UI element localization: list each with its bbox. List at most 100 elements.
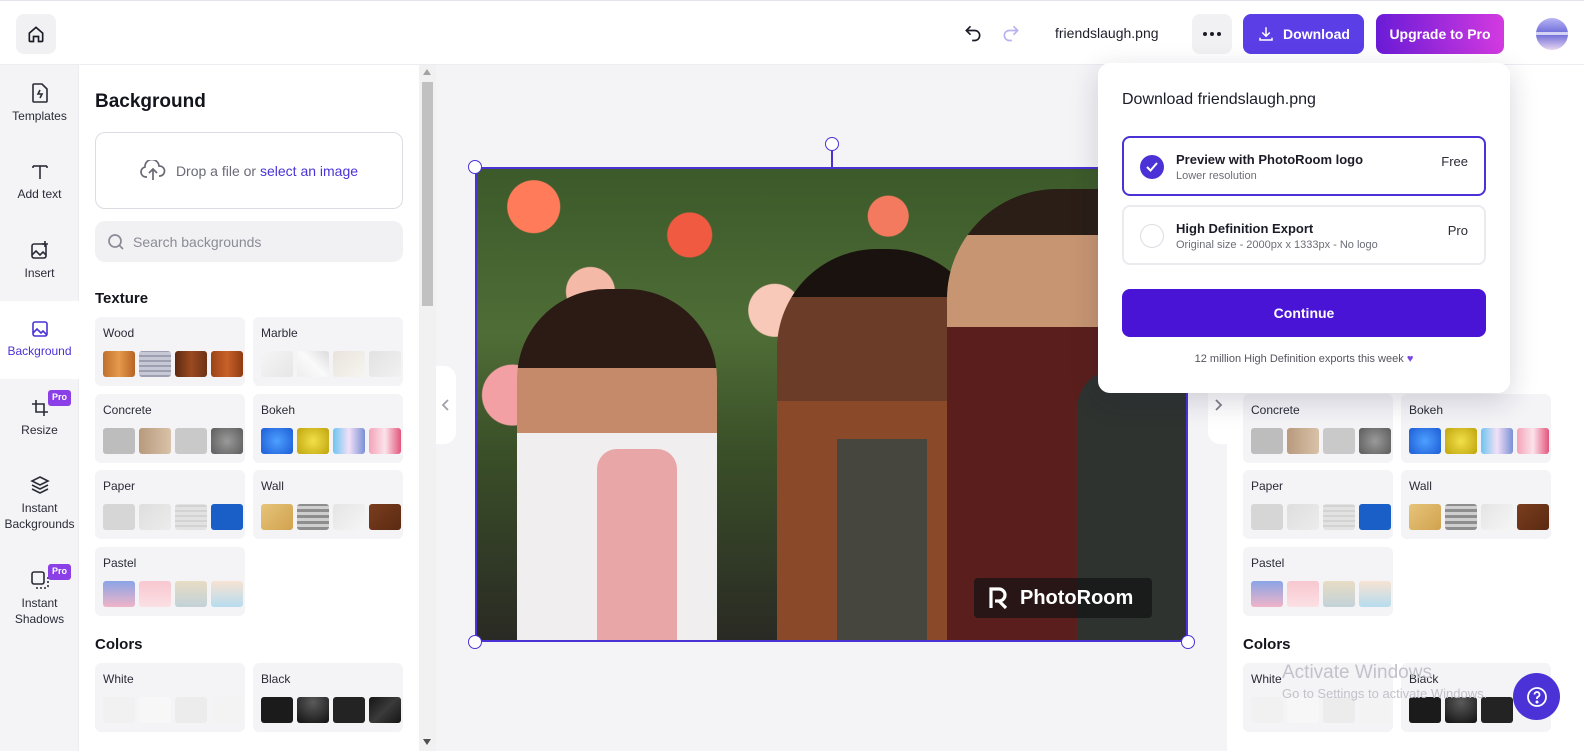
color-tile-black[interactable]: Black xyxy=(253,663,403,732)
swatch[interactable] xyxy=(297,428,329,454)
help-button[interactable] xyxy=(1513,673,1560,720)
swatch[interactable] xyxy=(297,504,329,530)
swatch[interactable] xyxy=(1323,428,1355,454)
texture-tile-wall[interactable]: Wall xyxy=(253,470,403,539)
rail-item-templates[interactable]: Templates xyxy=(0,65,79,143)
swatch[interactable] xyxy=(211,428,243,454)
swatch[interactable] xyxy=(1517,504,1549,530)
texture-tile-concrete[interactable]: Concrete xyxy=(95,394,245,463)
swatch[interactable] xyxy=(211,581,243,607)
swatch[interactable] xyxy=(175,581,207,607)
rail-item-instant-backgrounds[interactable]: Instant Backgrounds xyxy=(0,459,79,549)
scroll-thumb[interactable] xyxy=(422,82,433,306)
panel-scrollbar[interactable] xyxy=(419,65,436,751)
swatch[interactable] xyxy=(369,428,401,454)
rotate-handle[interactable] xyxy=(825,137,839,151)
swatch[interactable] xyxy=(1481,428,1513,454)
radio-selected[interactable] xyxy=(1140,155,1164,179)
option-preview-with-logo[interactable]: Preview with PhotoRoom logo Lower resolu… xyxy=(1122,136,1486,196)
swatch[interactable] xyxy=(1409,428,1441,454)
swatch[interactable] xyxy=(1251,428,1283,454)
swatch[interactable] xyxy=(1445,428,1477,454)
swatch[interactable] xyxy=(103,351,135,377)
swatch[interactable] xyxy=(175,504,207,530)
swatch[interactable] xyxy=(1287,504,1319,530)
swatch[interactable] xyxy=(1359,428,1391,454)
swatch[interactable] xyxy=(175,351,207,377)
texture-tile-wall[interactable]: Wall xyxy=(1401,470,1551,539)
swatch[interactable] xyxy=(1517,428,1549,454)
upgrade-to-pro-button[interactable]: Upgrade to Pro xyxy=(1376,14,1504,54)
swatch[interactable] xyxy=(333,697,365,723)
resize-handle-bottom-right[interactable] xyxy=(1181,635,1195,649)
redo-button[interactable] xyxy=(999,21,1023,45)
texture-tile-bokeh[interactable]: Bokeh xyxy=(1401,394,1551,463)
download-button[interactable]: Download xyxy=(1243,14,1364,54)
swatch[interactable] xyxy=(175,697,207,723)
resize-handle-bottom-left[interactable] xyxy=(468,635,482,649)
resize-handle-top-left[interactable] xyxy=(468,160,482,174)
texture-tile-concrete[interactable]: Concrete xyxy=(1243,394,1393,463)
swatch[interactable] xyxy=(1409,504,1441,530)
rail-item-add-text[interactable]: Add text xyxy=(0,144,79,222)
swatch[interactable] xyxy=(175,428,207,454)
filename-label[interactable]: friendslaugh.png xyxy=(1055,25,1159,41)
swatch[interactable] xyxy=(211,697,243,723)
swatch[interactable] xyxy=(1251,697,1283,723)
home-button[interactable] xyxy=(16,14,56,54)
swatch[interactable] xyxy=(1323,504,1355,530)
swatch[interactable] xyxy=(1445,504,1477,530)
avatar[interactable] xyxy=(1536,18,1568,50)
search-backgrounds[interactable] xyxy=(95,221,403,262)
swatch[interactable] xyxy=(1481,504,1513,530)
collapse-left-panel-button[interactable] xyxy=(436,366,456,444)
texture-tile-pastel[interactable]: Pastel xyxy=(1243,547,1393,616)
rail-item-background[interactable]: Background xyxy=(0,301,79,379)
rail-item-instant-shadows[interactable]: Pro Instant Shadows xyxy=(0,554,79,644)
undo-button[interactable] xyxy=(961,21,985,45)
canvas-image[interactable]: PhotoRoom xyxy=(475,167,1188,642)
swatch[interactable] xyxy=(261,428,293,454)
swatch[interactable] xyxy=(103,581,135,607)
swatch[interactable] xyxy=(103,428,135,454)
texture-tile-pastel[interactable]: Pastel xyxy=(95,547,245,616)
swatch[interactable] xyxy=(1251,504,1283,530)
texture-tile-bokeh[interactable]: Bokeh xyxy=(253,394,403,463)
swatch[interactable] xyxy=(1287,428,1319,454)
more-options-button[interactable] xyxy=(1192,14,1232,54)
color-tile-white[interactable]: White xyxy=(95,663,245,732)
upload-dropzone[interactable]: Drop a file or select an image xyxy=(95,132,403,209)
swatch[interactable] xyxy=(139,351,171,377)
search-input[interactable] xyxy=(133,233,393,250)
swatch[interactable] xyxy=(139,697,171,723)
texture-tile-wood[interactable]: Wood xyxy=(95,317,245,386)
swatch[interactable] xyxy=(369,697,401,723)
scroll-down-arrow[interactable] xyxy=(423,739,431,745)
swatch[interactable] xyxy=(333,428,365,454)
swatch[interactable] xyxy=(139,504,171,530)
rail-item-insert[interactable]: Insert xyxy=(0,222,79,300)
option-high-definition-export[interactable]: High Definition Export Original size - 2… xyxy=(1122,205,1486,265)
radio-unselected[interactable] xyxy=(1140,224,1164,248)
texture-tile-paper[interactable]: Paper xyxy=(95,470,245,539)
swatch[interactable] xyxy=(211,504,243,530)
swatch[interactable] xyxy=(1287,581,1319,607)
swatch[interactable] xyxy=(1359,581,1391,607)
swatch[interactable] xyxy=(261,697,293,723)
swatch[interactable] xyxy=(211,351,243,377)
swatch[interactable] xyxy=(297,697,329,723)
swatch[interactable] xyxy=(297,351,329,377)
swatch[interactable] xyxy=(261,351,293,377)
swatch[interactable] xyxy=(139,581,171,607)
texture-tile-paper[interactable]: Paper xyxy=(1243,470,1393,539)
swatch[interactable] xyxy=(369,351,401,377)
swatch[interactable] xyxy=(261,504,293,530)
scroll-up-arrow[interactable] xyxy=(423,69,431,75)
swatch[interactable] xyxy=(1251,581,1283,607)
swatch[interactable] xyxy=(103,697,135,723)
swatch[interactable] xyxy=(333,351,365,377)
swatch[interactable] xyxy=(369,504,401,530)
texture-tile-marble[interactable]: Marble xyxy=(253,317,403,386)
swatch[interactable] xyxy=(103,504,135,530)
rail-item-resize[interactable]: Pro Resize xyxy=(0,380,79,458)
